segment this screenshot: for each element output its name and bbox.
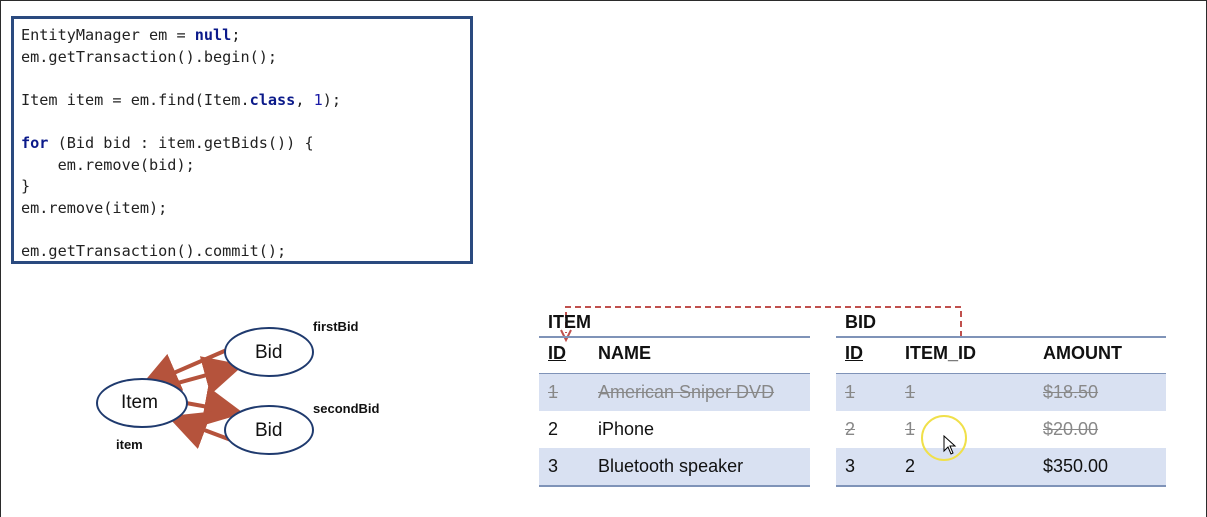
code-line: } [21, 176, 470, 198]
bid-table-bottom-rule [836, 485, 1166, 487]
bid-id-cell: 2 [845, 419, 856, 439]
arrow-item-to-bid2 [185, 386, 244, 427]
item-id-cell: 3 [548, 456, 559, 476]
second-bid-label: secondBid [313, 401, 380, 416]
bid-node-second-label: Bid [255, 420, 283, 441]
bid-table: BID ID ITEM_ID AMOUNT 1 1 $18.50 2 1 $20.00 3 2… [836, 310, 1166, 490]
bid-table-row: 1 1 $18.50 [836, 374, 1166, 411]
bid-table-row: 2 1 $20.00 [836, 411, 1166, 448]
bid-table-row: 3 2 $350.00 [836, 448, 1166, 485]
code-text: em.getTransaction().commit(); [21, 241, 287, 260]
code-text: } [21, 177, 31, 196]
code-text: em.getTransaction().begin(); [21, 47, 278, 66]
item-table-title-rule [539, 336, 810, 338]
item-var-label: item [116, 437, 143, 452]
code-line: Item item = em.find(Item.class, 1); [21, 90, 470, 112]
code-text: EntityManager em = [21, 26, 195, 44]
bid-header-id: ID [845, 343, 863, 363]
item-table-row: 3 Bluetooth speaker [539, 448, 810, 485]
bid-node-first-label: Bid [255, 342, 283, 363]
bid-amount-cell: $350.00 [1043, 456, 1109, 476]
code-text: ; [231, 26, 241, 44]
code-text: Item item = em.find(Item. [21, 90, 250, 109]
code-line: EntityManager em = null; [21, 25, 470, 47]
code-line: em.getTransaction().begin(); [21, 47, 470, 69]
item-id-cell: 1 [548, 382, 559, 402]
bid-table-title: BID [845, 312, 876, 332]
bid-amount-cell: $20.00 [1043, 419, 1099, 439]
item-header-name: NAME [598, 343, 651, 363]
code-text: , [295, 90, 314, 109]
code-line: em.remove(item); [21, 198, 470, 220]
item-node-label: Item [121, 392, 158, 413]
bid-table-title-rule [836, 336, 1166, 338]
code-keyword: class [249, 90, 296, 109]
object-graph-diagram: Item Bid Bid firstBid secondBid item [0, 300, 420, 480]
bid-item-id-cell: 2 [905, 456, 916, 476]
code-text: em.remove(bid); [21, 155, 195, 174]
bid-id-cell: 1 [845, 382, 856, 402]
code-text: (Bid bid : item.getBids()) { [48, 133, 314, 152]
item-id-cell: 2 [548, 419, 559, 439]
bid-id-cell: 3 [845, 456, 856, 476]
code-snippet: EntityManager em = null; em.getTransactio… [11, 16, 473, 264]
bid-amount-cell: $18.50 [1043, 382, 1099, 402]
code-keyword: for [21, 133, 49, 152]
code-line: for (Bid bid : item.getBids()) { [21, 133, 470, 155]
mouse-pointer-icon [943, 435, 957, 455]
frame-top-border [0, 0, 1207, 1]
item-table: ITEM ID NAME 1 American Sniper DVD 2 iPhone… [539, 310, 810, 490]
code-number: 1 [313, 90, 323, 109]
item-table-row: 2 iPhone [539, 411, 810, 448]
bid-item-id-cell: 1 [905, 382, 916, 402]
item-name-cell: Bluetooth speaker [598, 456, 744, 476]
code-keyword: null [194, 26, 232, 44]
item-table-title: ITEM [548, 312, 591, 332]
item-table-row: 1 American Sniper DVD [539, 374, 810, 411]
item-header-id: ID [548, 343, 566, 363]
item-table-bottom-rule [539, 485, 810, 487]
bid-header-item-id: ITEM_ID [905, 343, 977, 363]
code-line: em.getTransaction().commit(); [21, 241, 470, 263]
bid-header-amount: AMOUNT [1043, 343, 1122, 363]
code-line: em.remove(bid); [21, 155, 470, 177]
bid-item-id-cell: 1 [905, 419, 916, 439]
item-name-cell: American Sniper DVD [598, 382, 775, 402]
code-text: ); [322, 90, 342, 109]
item-name-cell: iPhone [598, 419, 655, 439]
first-bid-label: firstBid [313, 319, 359, 334]
code-text: em.remove(item); [21, 198, 168, 217]
